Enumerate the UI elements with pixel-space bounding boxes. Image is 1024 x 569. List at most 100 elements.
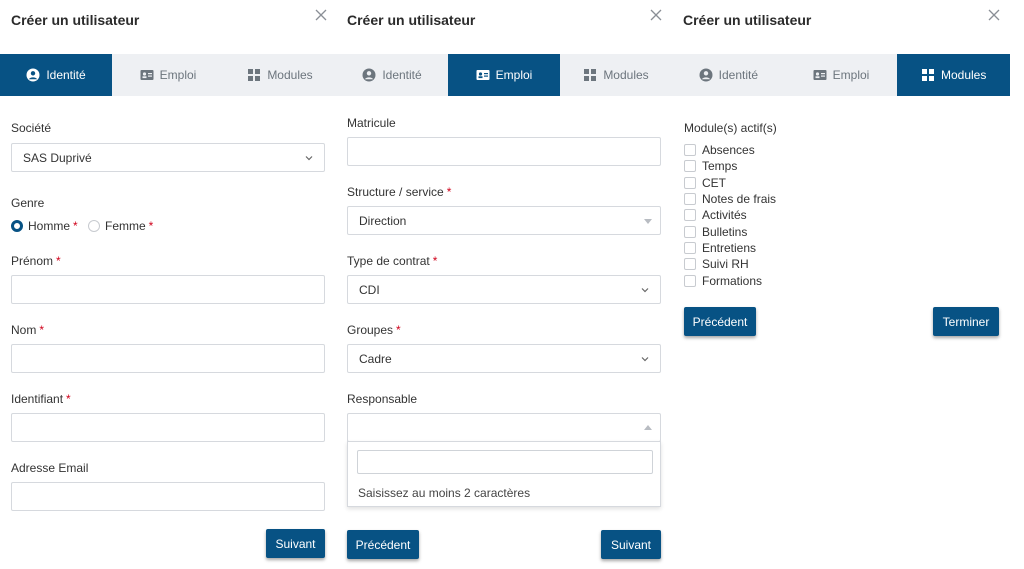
modules-label: Module(s) actif(s) [684, 121, 777, 135]
module-label: Suivi RH [702, 257, 749, 271]
tab-label: Identité [718, 68, 759, 82]
tab-label: Emploi [832, 68, 870, 82]
contrat-select[interactable]: CDI [347, 275, 661, 304]
radio-selected-icon [11, 220, 23, 232]
checkbox-icon [684, 177, 696, 189]
chevron-down-icon [304, 153, 314, 163]
module-checkbox-cet[interactable]: CET [684, 176, 726, 190]
checkbox-icon [684, 275, 696, 287]
id-card-icon [813, 68, 827, 82]
structure-select[interactable]: Direction [347, 206, 661, 235]
checkbox-icon [684, 258, 696, 270]
checkbox-icon [684, 144, 696, 156]
id-card-icon [476, 68, 490, 82]
chevron-down-icon [640, 354, 650, 364]
groupes-value: Cadre [359, 351, 392, 366]
panel-title: Créer un utilisateur [11, 12, 140, 28]
responsable-select[interactable] [347, 413, 661, 442]
module-checkbox-formations[interactable]: Formations [684, 274, 762, 288]
terminer-button[interactable]: Terminer [933, 307, 999, 336]
checkbox-icon [684, 160, 696, 172]
field-label: Prénom [11, 254, 54, 268]
module-label: Absences [702, 143, 755, 157]
tab-bar: Identité Emploi Modules [0, 54, 336, 96]
contrat-value: CDI [359, 282, 380, 297]
radio-homme[interactable]: Homme * [11, 219, 78, 233]
module-checkbox-notes-de-frais[interactable]: Notes de frais [684, 192, 776, 206]
responsable-label: Responsable [347, 392, 418, 406]
tab-bar: Identité Emploi Modules [672, 54, 1011, 96]
radio-label: Homme [28, 219, 71, 233]
tab-modules[interactable]: Modules [560, 54, 672, 96]
responsable-search-input[interactable] [357, 450, 653, 474]
structure-label: Structure / service * [347, 185, 451, 199]
identifiant-label: Identifiant * [11, 392, 71, 406]
field-label: Groupes [347, 323, 394, 337]
module-label: Bulletins [702, 225, 748, 239]
nom-input[interactable] [11, 344, 325, 373]
identifiant-input[interactable] [11, 413, 325, 442]
prenom-input[interactable] [11, 275, 325, 304]
tab-label: Modules [267, 68, 313, 82]
required-mark: * [73, 219, 78, 233]
module-checkbox-absences[interactable]: Absences [684, 143, 755, 157]
checkbox-icon [684, 226, 696, 238]
module-label: CET [702, 176, 726, 190]
required-mark: * [446, 185, 452, 199]
contrat-label: Type de contrat * [347, 254, 437, 268]
module-label: Temps [702, 159, 738, 173]
module-label: Formations [702, 274, 763, 288]
create-user-panel-emploi: Créer un utilisateur Identité Emploi Mod… [336, 0, 672, 569]
required-mark: * [148, 219, 154, 233]
tab-emploi[interactable]: Emploi [785, 54, 898, 96]
module-checkbox-bulletins[interactable]: Bulletins [684, 225, 747, 239]
module-label: Entretiens [702, 241, 757, 255]
required-mark: * [56, 254, 61, 268]
required-mark: * [66, 392, 71, 406]
field-label: Identifiant [11, 392, 64, 406]
tab-bar: Identité Emploi Modules [336, 54, 672, 96]
tab-label: Identité [46, 68, 86, 82]
field-label: Structure / service [347, 185, 444, 199]
close-icon[interactable] [649, 8, 663, 22]
dropdown-hint: Saisissez au moins 2 caractères [358, 486, 531, 500]
email-input[interactable] [11, 482, 325, 511]
module-checkbox-entretiens[interactable]: Entretiens [684, 241, 756, 255]
field-label: Type de contrat [347, 254, 430, 268]
module-checkbox-suivi-rh[interactable]: Suivi RH [684, 257, 749, 271]
precedent-button[interactable]: Précédent [347, 530, 419, 559]
tab-emploi[interactable]: Emploi [112, 54, 224, 96]
module-checkbox-temps[interactable]: Temps [684, 159, 737, 173]
precedent-button[interactable]: Précédent [684, 307, 756, 336]
tab-identite[interactable]: Identité [0, 54, 112, 96]
radio-femme[interactable]: Femme * [88, 219, 153, 233]
user-circle-icon [699, 68, 713, 82]
tab-emploi[interactable]: Emploi [448, 54, 560, 96]
tab-modules[interactable]: Modules [224, 54, 336, 96]
matricule-input[interactable] [347, 137, 661, 166]
required-mark: * [396, 323, 401, 337]
tab-label: Emploi [495, 68, 533, 82]
societe-value: SAS Duprivé [23, 150, 92, 165]
suivant-button[interactable]: Suivant [266, 529, 325, 558]
prenom-label: Prénom * [11, 254, 61, 268]
suivant-button[interactable]: Suivant [601, 530, 661, 559]
close-icon[interactable] [987, 8, 1001, 22]
checkbox-icon [684, 242, 696, 254]
grid-icon [247, 68, 261, 82]
panel-title: Créer un utilisateur [347, 12, 476, 28]
triangle-up-icon [644, 425, 652, 430]
close-icon[interactable] [314, 8, 328, 22]
required-mark: * [39, 323, 45, 337]
groupes-select[interactable]: Cadre [347, 344, 661, 373]
create-user-panel-identity: Créer un utilisateur Identité Emploi Mod… [0, 0, 336, 569]
tab-label: Modules [941, 68, 987, 82]
tab-label: Emploi [159, 68, 197, 82]
id-card-icon [140, 68, 154, 82]
tab-label: Identité [382, 68, 422, 82]
tab-identite[interactable]: Identité [672, 54, 785, 96]
tab-identite[interactable]: Identité [336, 54, 448, 96]
societe-select[interactable]: SAS Duprivé [11, 143, 325, 172]
tab-modules[interactable]: Modules [897, 54, 1011, 96]
module-checkbox-activites[interactable]: Activités [684, 208, 747, 222]
